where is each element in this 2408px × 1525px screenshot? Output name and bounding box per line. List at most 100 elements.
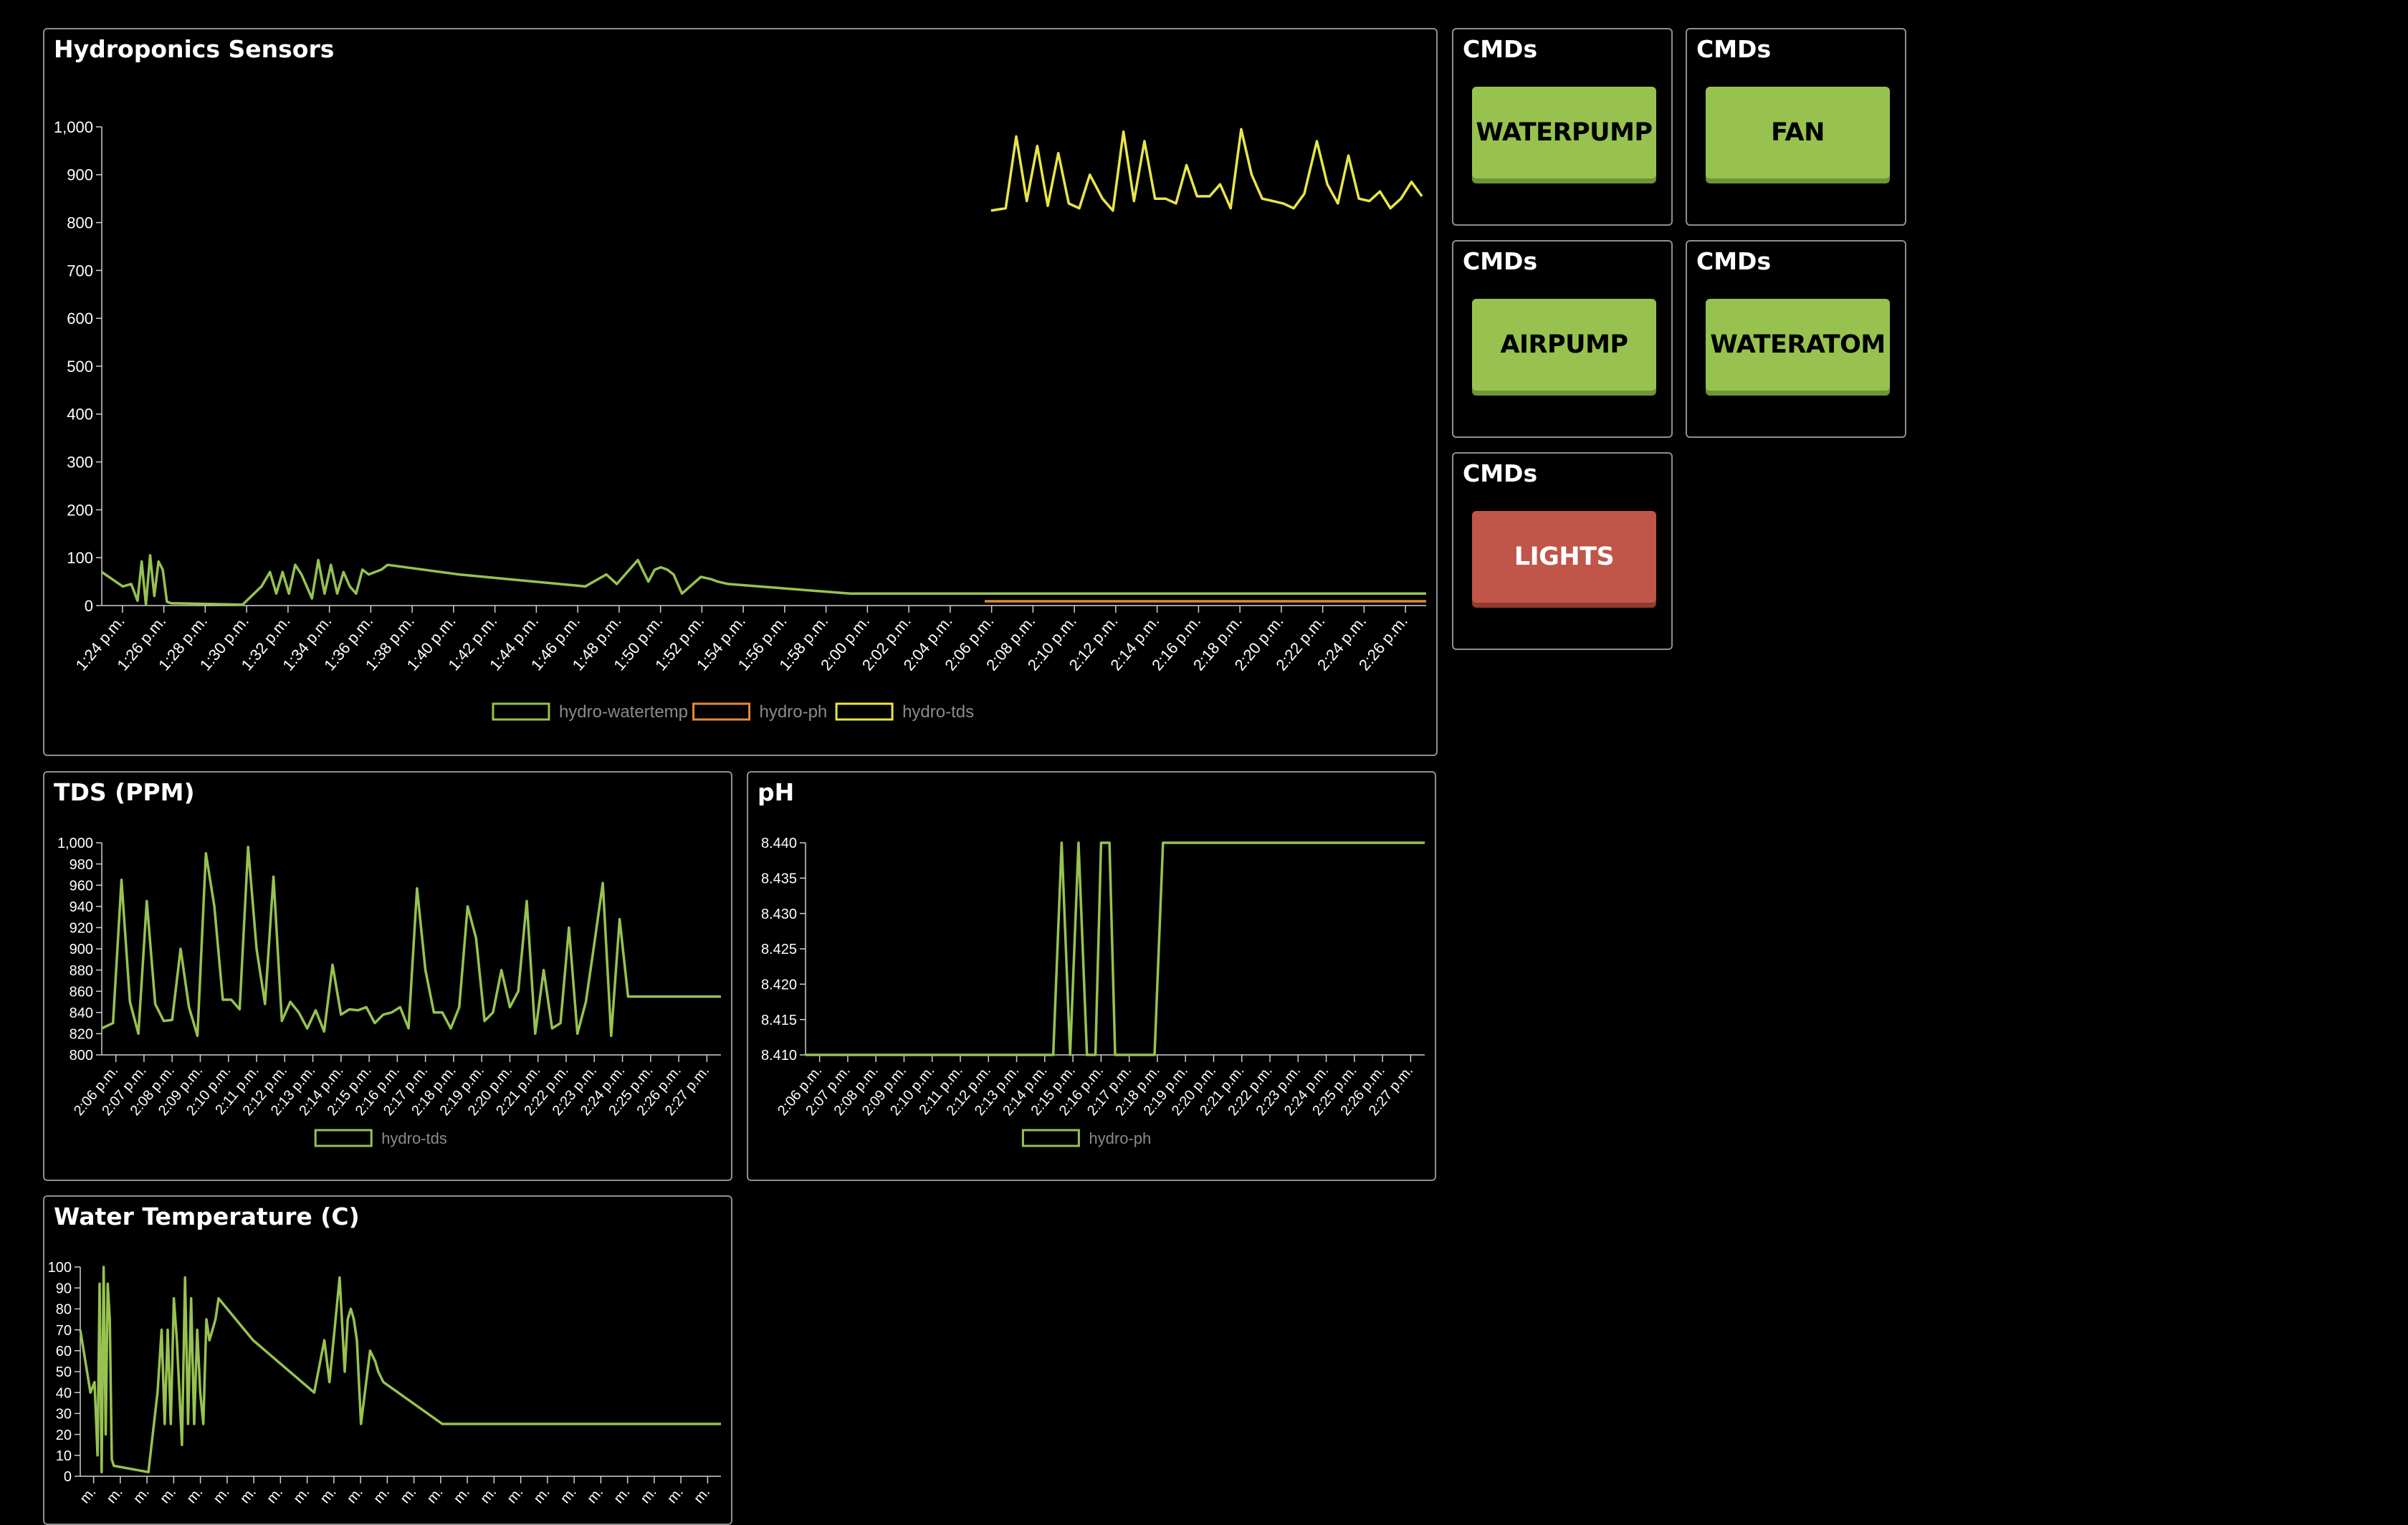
y-tick-label: 0 [85,597,93,615]
hydroponics-sensors-panel: Hydroponics Sensors 0 100 200 300 400 500 600 7… [43,28,1438,756]
ph-chart: 8.410 8.415 8.420 8.425 8.430 8.435 8.440 2:06 … [748,821,1435,1180]
x-tick-label: m. [211,1484,233,1505]
cmd-panel-wateratom: CMDs WATERATOM [1686,240,1906,438]
x-tick-label: m. [344,1484,366,1505]
cmd-panel-title: CMDs [1463,35,1538,63]
y-tick-label: 8.420 [761,977,797,993]
y-tick-label: 80 [56,1302,72,1318]
x-tick-label: m. [611,1484,633,1505]
x-tick-label: m. [371,1484,393,1505]
y-tick-label: 8.435 [761,871,797,887]
cmd-panel-title: CMDs [1463,247,1538,275]
x-tick-label: m. [130,1484,153,1505]
cmd-panel-fan: CMDs FAN [1686,28,1906,226]
water-temperature-chart: 0 10 20 30 40 50 60 70 80 90 100 m. m. m. m. m. m. m. m. m.… [44,1246,731,1505]
x-tick-label: m. [477,1484,500,1505]
panel-title: TDS (PPM) [54,778,195,806]
y-tick-label: 920 [70,921,93,937]
x-tick-label: m. [317,1484,340,1505]
cmd-panel-lights: CMDs LIGHTS [1452,452,1673,650]
y-tick-label: 30 [56,1407,72,1423]
series-line-hydro-watertemp [79,1266,721,1473]
y-tick-label: 960 [70,878,93,894]
series-line-hydro-tds [101,846,721,1038]
x-tick-label: m. [691,1484,713,1505]
y-tick-label: 300 [67,454,93,472]
x-tick-label: m. [397,1484,419,1505]
series-line-hydro-ph [806,841,1425,1056]
panel-title: Hydroponics Sensors [54,35,335,63]
x-tick-label: m. [638,1484,660,1505]
y-tick-label: 8.410 [761,1048,797,1063]
y-tick-label: 500 [67,358,93,376]
panel-title: pH [758,778,795,806]
y-tick-label: 400 [67,406,93,424]
y-tick-label: 880 [70,963,93,979]
y-tick-label: 840 [70,1005,93,1021]
y-tick-label: 8.425 [761,942,797,957]
legend-swatch [835,702,894,721]
x-tick-label: m. [104,1484,126,1505]
y-tick-label: 700 [67,262,93,279]
x-tick-label: m. [77,1484,99,1505]
cmd-panel-title: CMDs [1696,35,1772,63]
tds-chart: 800 820 840 860 880 900 920 940 960 980 1,000 2:06 … [44,821,731,1180]
legend-label[interactable]: hydro-watertemp [559,702,688,722]
y-tick-label: 900 [67,166,93,184]
legend-swatch [692,702,751,721]
cmd-panel-title: CMDs [1696,247,1772,275]
y-tick-label: 800 [67,214,93,232]
y-tick-label: 100 [48,1260,72,1276]
y-tick-label: 60 [56,1344,72,1359]
y-tick-label: 70 [56,1323,72,1339]
y-tick-label: 8.415 [761,1013,797,1028]
y-tick-label: 20 [56,1428,72,1443]
x-tick-label: m. [451,1484,473,1505]
legend-label[interactable]: hydro-ph [760,702,828,722]
y-tick-label: 980 [70,857,93,873]
legend-label[interactable]: hydro-tds [902,702,974,722]
wateratom-button[interactable]: WATERATOM [1706,299,1890,391]
lights-button[interactable]: LIGHTS [1472,511,1656,603]
x-tick-label: m. [584,1484,606,1505]
legend-swatch [492,702,550,721]
chart-svg: 8.4108.4158.4208.4258.4308.4358.4402:06 … [761,836,1425,1147]
y-tick-label: 1,000 [57,836,93,851]
airpump-button[interactable]: AIRPUMP [1472,299,1656,391]
x-tick-label: m. [424,1484,446,1505]
chart-svg: 01002003004005006007008009001,0001:24 p.… [54,118,1426,722]
x-tick-label: m. [504,1484,526,1505]
legend-swatch [314,1129,373,1147]
y-tick-label: 8.430 [761,907,797,922]
y-tick-label: 200 [67,501,93,519]
x-tick-label: m. [183,1484,206,1505]
legend-label[interactable]: hydro-ph [1089,1129,1151,1147]
x-tick-label: m. [664,1484,687,1505]
x-tick-label: m. [237,1484,259,1505]
x-tick-label: m. [290,1484,312,1505]
waterpump-button[interactable]: WATERPUMP [1472,87,1656,178]
y-tick-label: 40 [56,1385,72,1401]
y-tick-label: 50 [56,1364,72,1380]
cmd-panel-airpump: CMDs AIRPUMP [1452,240,1673,438]
series-line-hydro-watertemp [101,554,1426,606]
cmd-panel-title: CMDs [1463,459,1538,487]
x-tick-label: m. [264,1484,286,1505]
ph-panel: pH 8.410 8.415 8.420 8.425 8.430 8.435 8.440 2:… [747,771,1436,1181]
y-tick-label: 860 [70,984,93,1000]
hydroponics-sensors-chart: 0 100 200 300 400 500 600 700 800 900 1,000 1:24 p.… [44,80,1436,753]
y-tick-label: 1,000 [54,118,93,136]
y-tick-label: 100 [67,549,93,567]
water-temperature-panel: Water Temperature (C) 0 10 20 30 40 50 60 70 80 9… [43,1195,732,1525]
y-tick-label: 8.440 [761,836,797,851]
y-tick-label: 820 [70,1027,93,1043]
y-tick-label: 90 [56,1281,72,1296]
x-tick-label: m. [531,1484,553,1505]
legend-swatch [1021,1129,1080,1147]
fan-button[interactable]: FAN [1706,87,1890,178]
y-tick-label: 900 [70,942,93,957]
chart-svg: 8008208408608809009209409609801,0002:06 … [57,836,721,1147]
panel-title: Water Temperature (C) [54,1203,360,1230]
legend-label[interactable]: hydro-tds [381,1129,447,1147]
x-tick-label: m. [157,1484,179,1505]
